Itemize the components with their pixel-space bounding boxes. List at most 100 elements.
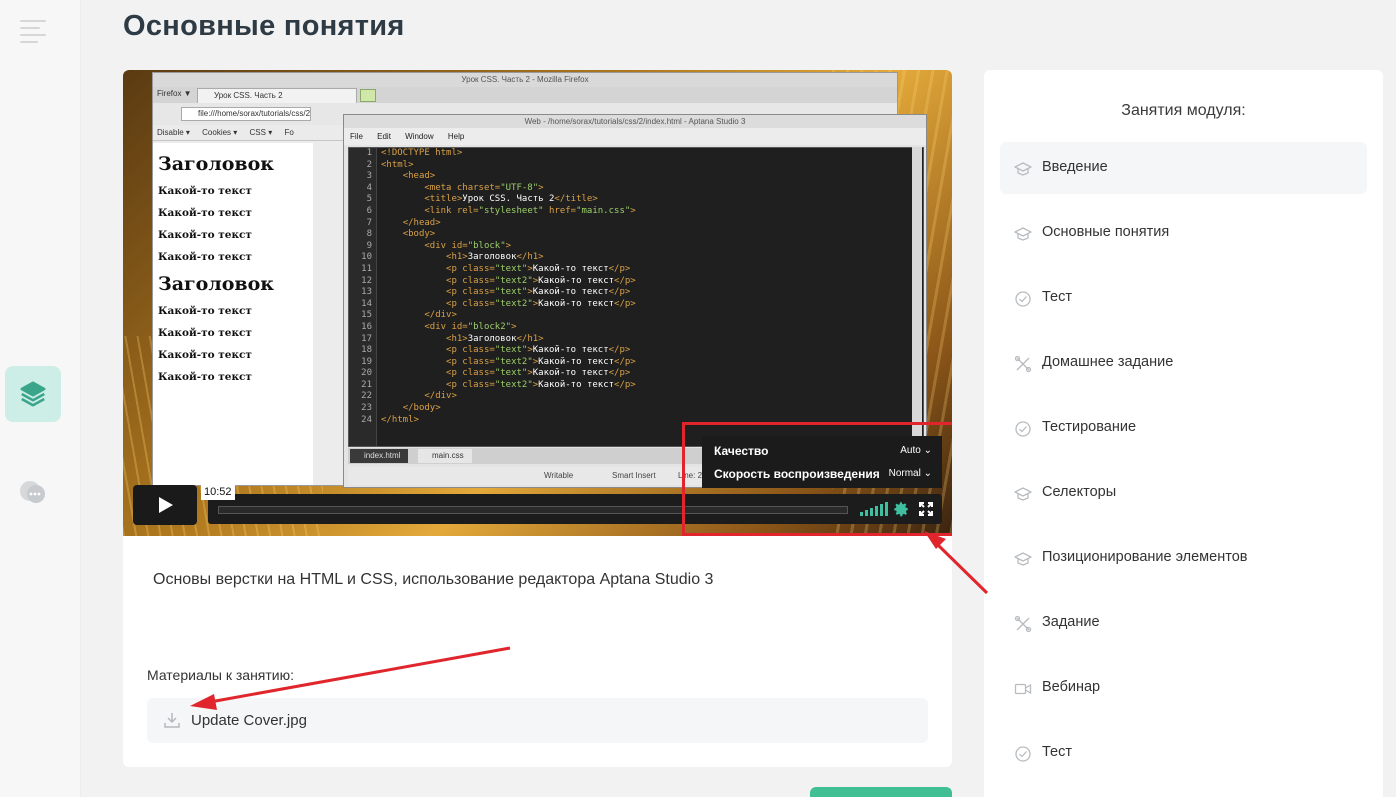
code-line: <p class="text2">Какой-то текст</p> <box>446 275 636 286</box>
lesson-item[interactable]: Вебинар <box>1000 662 1367 714</box>
line-number: 12 <box>361 275 372 286</box>
lesson-item[interactable]: Тест <box>1000 272 1367 324</box>
lesson-card: Урок CSS. Часть 2 - Mozilla Firefox Fire… <box>123 70 952 767</box>
line-number: 11 <box>361 263 372 274</box>
tools-icon <box>1014 615 1032 633</box>
code-line: <p class="text">Какой-то текст</p> <box>446 263 631 274</box>
line-number: 8 <box>366 229 372 240</box>
lesson-item[interactable]: Тест <box>1000 727 1367 779</box>
lesson-label: Основные понятия <box>1042 224 1170 240</box>
line-number: 5 <box>366 194 372 205</box>
line-number: 2 <box>366 159 372 170</box>
aptana-title: Web - /home/sorax/tutorials/css/2/index.… <box>344 115 926 128</box>
video-aptana-window: Web - /home/sorax/tutorials/css/2/index.… <box>343 114 927 488</box>
graduation-cap-icon <box>1014 485 1032 503</box>
code-line: <p class="text">Какой-то текст</p> <box>446 368 631 379</box>
code-line: <div id="block2"> <box>424 321 517 332</box>
line-number: 23 <box>361 403 372 414</box>
check-circle-icon <box>1014 290 1032 308</box>
code-line: <html> <box>381 159 414 170</box>
hamburger-menu-icon[interactable] <box>20 20 46 48</box>
video-player[interactable]: Урок CSS. Часть 2 - Mozilla Firefox Fire… <box>123 70 952 536</box>
line-number: 6 <box>366 205 372 216</box>
gear-icon <box>894 502 908 517</box>
line-number: 7 <box>366 217 372 228</box>
fullscreen-button[interactable] <box>918 501 934 517</box>
lesson-label: Тест <box>1042 744 1072 760</box>
code-line: <head> <box>402 171 436 182</box>
line-number: 4 <box>366 182 372 193</box>
lesson-item[interactable]: Задание <box>1000 597 1367 649</box>
attachment-name: Update Cover.jpg <box>191 712 307 729</box>
quality-setting[interactable]: Качество Auto ⌄ <box>714 442 934 460</box>
lesson-item[interactable]: Домашнее задание <box>1000 337 1367 389</box>
firefox-title: Урок CSS. Часть 2 - Mozilla Firefox <box>153 73 897 87</box>
lesson-item[interactable]: Позиционирование элементов <box>1000 532 1367 584</box>
code-line: <meta charset="UTF-8"> <box>424 182 544 193</box>
quality-value[interactable]: Auto ⌄ <box>900 442 932 460</box>
check-circle-icon <box>1014 420 1032 438</box>
lesson-label: Селекторы <box>1042 484 1117 500</box>
attachment-item[interactable]: Update Cover.jpg <box>147 698 928 743</box>
lesson-item[interactable]: Основные понятия <box>1000 207 1367 259</box>
code-line: <link rel="stylesheet" href="main.css"> <box>424 205 636 216</box>
editor-tab-css: main.css <box>418 449 472 463</box>
player-settings-menu: Качество Auto ⌄ Скорость воспроизведения… <box>702 436 942 488</box>
left-rail <box>0 0 81 797</box>
check-circle-icon <box>1014 745 1032 763</box>
new-tab-icon <box>360 89 376 102</box>
settings-button[interactable] <box>892 500 910 518</box>
firefox-page-content: Заголовок Какой-то текст Какой-то текст … <box>153 143 313 485</box>
line-number: 21 <box>361 379 372 390</box>
next-lesson-button[interactable] <box>810 787 952 797</box>
graduation-cap-icon <box>1014 225 1032 243</box>
lesson-description: Основы верстки на HTML и CSS, использова… <box>153 571 714 588</box>
lesson-item[interactable]: Тестирование <box>1000 402 1367 454</box>
progress-bar[interactable] <box>218 506 848 514</box>
code-line: <body> <box>402 229 436 240</box>
speed-value[interactable]: Normal ⌄ <box>889 465 932 483</box>
play-button[interactable] <box>133 485 197 525</box>
chat-nav-button[interactable] <box>18 477 48 507</box>
graduation-cap-icon <box>1014 550 1032 568</box>
lesson-label: Введение <box>1042 159 1108 175</box>
code-line: <p class="text2">Какой-то текст</p> <box>446 356 636 367</box>
courses-nav-button[interactable] <box>5 366 61 422</box>
volume-control[interactable] <box>860 502 888 516</box>
firefox-tab: Урок CSS. Часть 2 <box>197 88 357 103</box>
line-number: 15 <box>361 310 372 321</box>
line-number: 9 <box>366 240 372 251</box>
lesson-label: Вебинар <box>1042 679 1101 695</box>
code-line: </body> <box>402 403 441 414</box>
tools-icon <box>1014 355 1032 373</box>
video-firefox-window: Урок CSS. Часть 2 - Mozilla Firefox Fire… <box>152 72 927 488</box>
line-number: 22 <box>361 391 372 402</box>
lesson-item[interactable]: Введение <box>1000 142 1367 194</box>
code-line: <p class="text">Какой-то текст</p> <box>446 287 631 298</box>
speed-setting[interactable]: Скорость воспроизведения Normal ⌄ <box>714 465 934 483</box>
code-lines: <!DOCTYPE html> <html> <head> <meta chars… <box>381 148 901 426</box>
video-time: 10:52 <box>201 484 235 500</box>
lesson-label: Тестирование <box>1042 419 1137 435</box>
firefox-url: file:///home/sorax/tutorials/css/2/index… <box>181 107 311 121</box>
code-line: </div> <box>424 391 457 402</box>
lesson-label: Позиционирование элементов <box>1042 549 1248 565</box>
materials-heading: Материалы к занятию: <box>147 667 295 683</box>
line-number: 20 <box>361 368 372 379</box>
lesson-item[interactable]: Селекторы <box>1000 467 1367 519</box>
line-number: 10 <box>361 252 372 263</box>
page-title: Основные понятия <box>123 10 405 42</box>
module-lessons-panel: Занятия модуля: Введение Основные понятия… <box>984 70 1383 797</box>
line-number: 16 <box>361 321 372 332</box>
chat-bubbles-icon <box>20 481 45 503</box>
line-number: 18 <box>361 345 372 356</box>
code-line: <h1>Заголовок</h1> <box>446 333 544 344</box>
code-line: </head> <box>402 217 441 228</box>
code-line: <div id="block"> <box>424 240 512 251</box>
line-number: 14 <box>361 298 372 309</box>
lesson-label: Задание <box>1042 614 1100 630</box>
line-number: 3 <box>366 171 372 182</box>
code-line: </html> <box>381 414 419 425</box>
line-number: 19 <box>361 356 372 367</box>
code-editor: 1 2 3 4 5 6 7 8 9 10 11 12 13 14 15 16 17 18 19 20 21 22 23 24 … <box>348 147 924 447</box>
